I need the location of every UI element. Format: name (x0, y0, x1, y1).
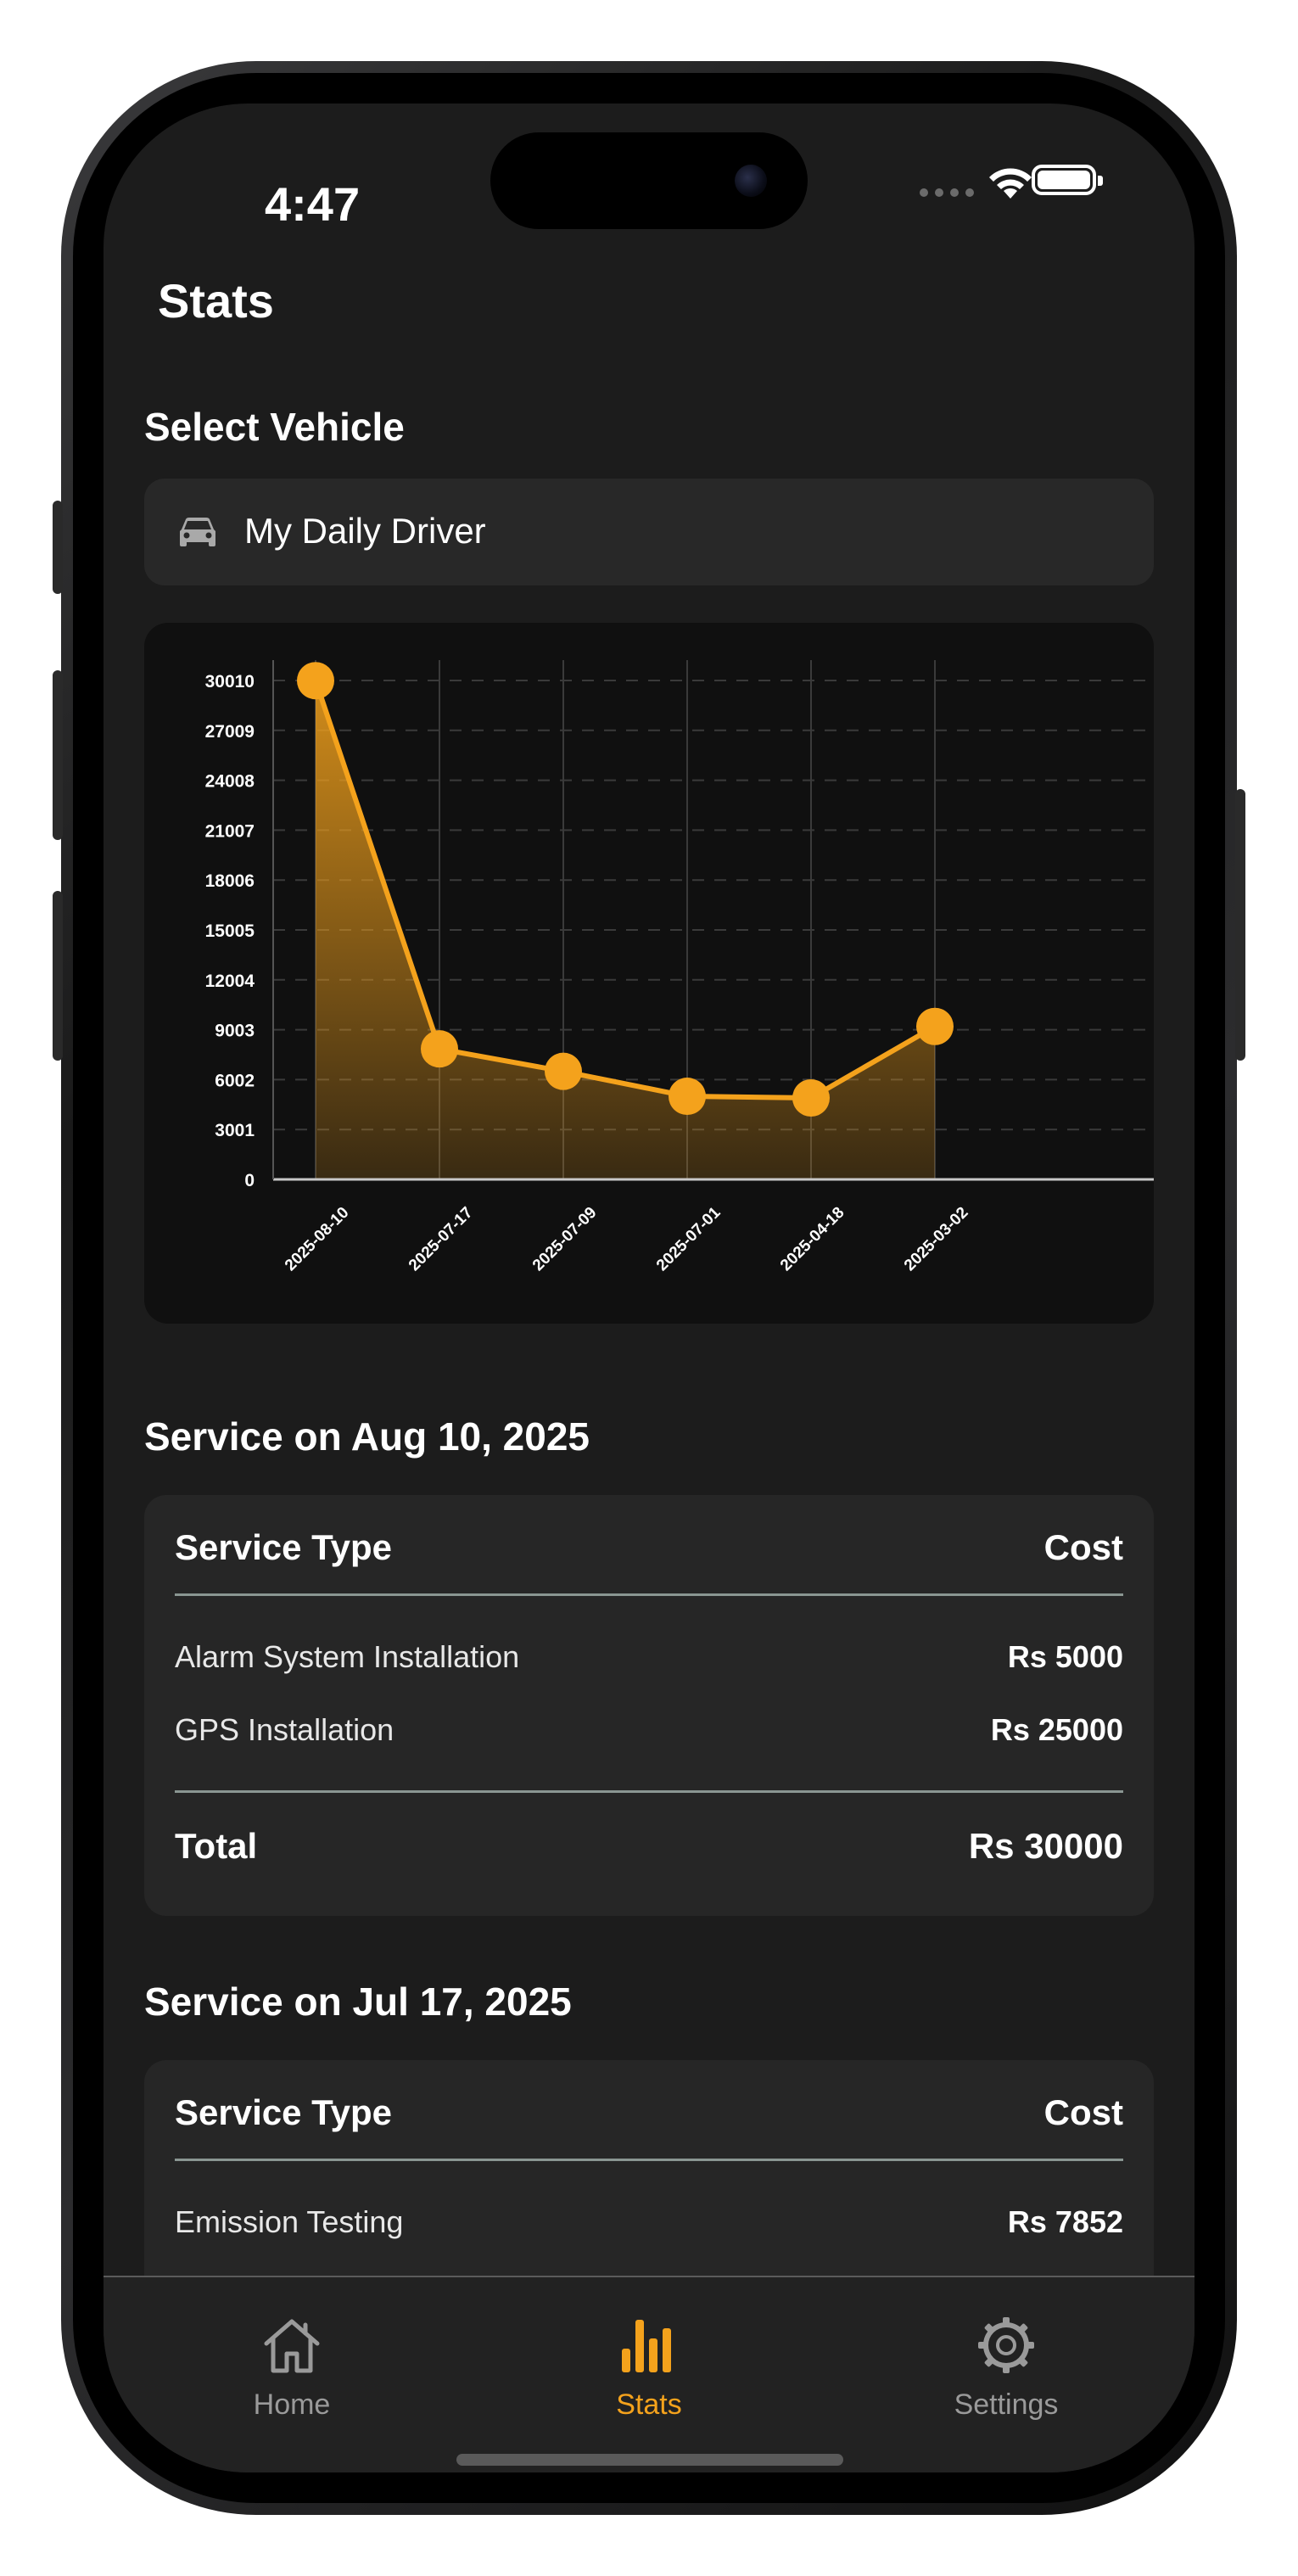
total-divider (175, 1790, 1123, 1793)
x-tick-label: 2025-07-01 (653, 1203, 725, 1274)
tab-label: Home (253, 2388, 331, 2421)
vehicle-dropdown[interactable]: My Daily Driver (144, 479, 1154, 585)
app-screen: 4:47 Stats Select Vehicle My Daily Drive… (104, 104, 1194, 2472)
header-divider (175, 2159, 1123, 2161)
data-point (545, 1052, 582, 1090)
data-point (792, 1078, 830, 1117)
vehicle-name: My Daily Driver (244, 511, 486, 551)
service-row: GPS Installation Rs 25000 (175, 1712, 1123, 1748)
header-divider (175, 1593, 1123, 1596)
volume-up-button (53, 670, 63, 840)
x-tick-label: 2025-03-02 (901, 1204, 972, 1275)
service-type-header: Service Type (175, 2092, 393, 2132)
y-tick-label: 24008 (205, 772, 255, 792)
volume-down-button (53, 891, 63, 1061)
x-tick-label: 2025-08-10 (282, 1204, 353, 1275)
x-tick-label: 2025-07-17 (406, 1204, 477, 1275)
dynamic-island (490, 132, 808, 229)
service-name: Emission Testing (175, 2204, 404, 2239)
total-label: Total (175, 1826, 258, 1866)
data-point (669, 1078, 706, 1116)
page-title: Stats (158, 274, 274, 328)
service-title-2: Service on Jul 17, 2025 (144, 1980, 572, 2024)
tab-bar: Home Stats Settings (104, 2276, 1194, 2472)
home-icon (264, 2319, 320, 2373)
home-indicator[interactable] (456, 2454, 843, 2466)
tab-settings[interactable]: Settings (913, 2315, 1099, 2422)
x-tick-label: 2025-07-09 (529, 1204, 601, 1275)
cost-header: Cost (1043, 1527, 1123, 1567)
select-vehicle-label: Select Vehicle (144, 405, 405, 449)
service-table-header: Service Type Cost (175, 2092, 1123, 2133)
status-time: 4:47 (265, 177, 361, 231)
service-cost: Rs 7852 (1007, 2204, 1123, 2239)
service-table-header: Service Type Cost (175, 1527, 1123, 1568)
gear-icon (978, 2317, 1034, 2373)
tab-home[interactable]: Home (199, 2315, 385, 2422)
tab-label: Settings (954, 2388, 1059, 2421)
service-cost: Rs 5000 (1007, 1639, 1123, 1674)
service-row: Emission Testing Rs 7852 (175, 2204, 1123, 2240)
total-value: Rs 30000 (968, 1826, 1123, 1866)
service-title-1: Service on Aug 10, 2025 (144, 1414, 590, 1459)
y-tick-label: 9003 (215, 1022, 255, 1041)
camera-icon (735, 165, 767, 197)
y-tick-label: 12004 (205, 972, 255, 991)
car-icon (180, 518, 215, 546)
battery-icon (1032, 165, 1103, 195)
service-name: Alarm System Installation (175, 1639, 520, 1674)
service-type-header: Service Type (175, 1527, 393, 1567)
wifi-icon (989, 168, 1032, 199)
x-tick-label: 2025-04-18 (777, 1204, 848, 1275)
data-point (421, 1030, 458, 1068)
bar-chart-icon (622, 2320, 671, 2372)
action-button (53, 501, 63, 594)
data-point (916, 1007, 954, 1045)
y-tick-label: 21007 (205, 821, 255, 841)
y-tick-label: 3001 (215, 1121, 255, 1140)
service-name: GPS Installation (175, 1712, 394, 1747)
tab-stats[interactable]: Stats (556, 2315, 742, 2422)
service-row: Alarm System Installation Rs 5000 (175, 1639, 1123, 1675)
y-tick-label: 18006 (205, 871, 255, 891)
data-point (297, 662, 334, 700)
y-tick-label: 0 (244, 1171, 255, 1190)
total-row: Total Rs 30000 (175, 1826, 1123, 1867)
service-cost: Rs 25000 (990, 1712, 1123, 1747)
service-card-1: Service Type Cost Alarm System Installat… (144, 1495, 1154, 1916)
y-tick-label: 6002 (215, 1071, 255, 1090)
y-tick-label: 15005 (205, 921, 255, 941)
power-button (1235, 789, 1245, 1061)
cost-header: Cost (1043, 2092, 1123, 2132)
cost-chart: 0 3001 6002 9003 12004 15005 18006 21007 24008 27… (205, 660, 1154, 1275)
signal-dots-icon (920, 188, 974, 197)
y-tick-label: 30010 (205, 672, 255, 692)
y-tick-label: 27009 (205, 722, 255, 742)
tab-label: Stats (616, 2388, 682, 2421)
cost-chart-card: 0 3001 6002 9003 12004 15005 18006 21007 24008 27… (144, 623, 1154, 1324)
